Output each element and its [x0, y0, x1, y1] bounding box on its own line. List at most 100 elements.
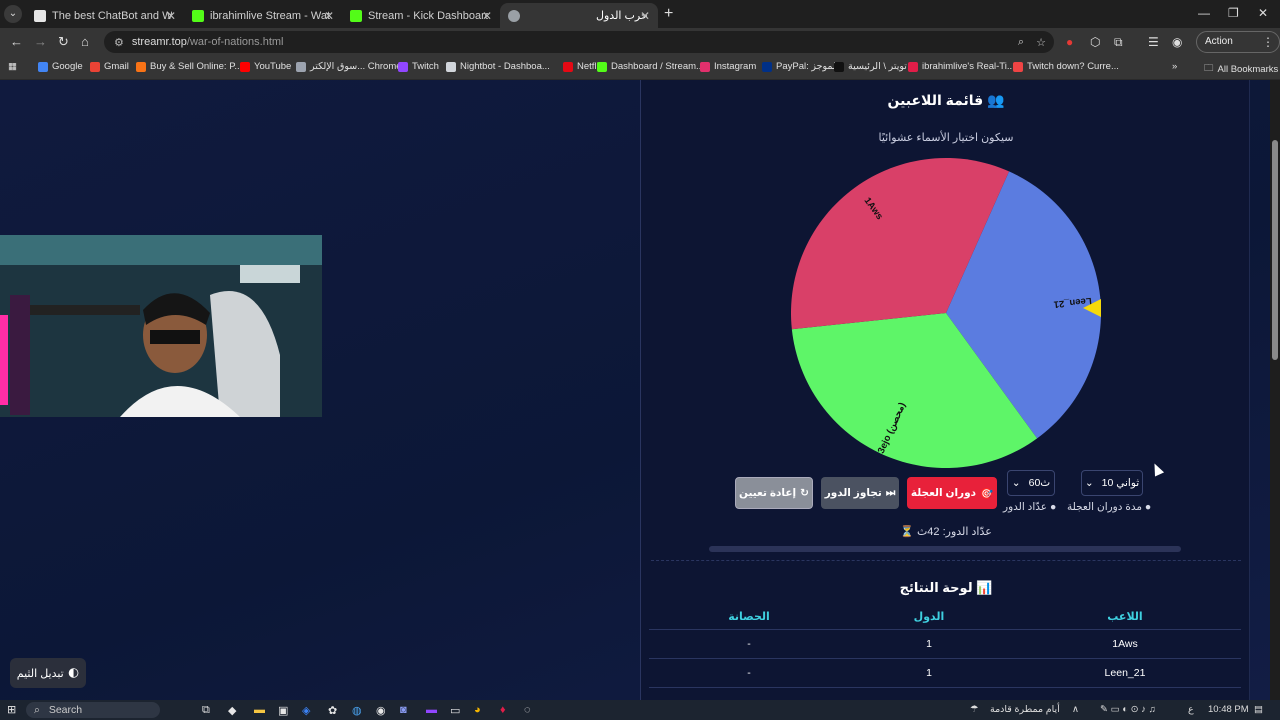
url-path: /war-of-nations.html [186, 36, 284, 48]
bookmark-item[interactable]: Instagram [700, 61, 756, 72]
extension-icon[interactable]: ⬡ [1090, 35, 1100, 49]
bookmark-item[interactable]: Buy & Sell Online: P... [136, 61, 242, 72]
bookmark-favicon-icon [240, 61, 250, 72]
app-icon[interactable]: ◌ [524, 704, 531, 716]
browser-toolbar: ← → ↻ ⌂ ⚙ streamr.top /war-of-nations.ht… [0, 28, 1280, 67]
app-icon[interactable]: ✿ [328, 704, 337, 717]
bookmark-favicon-icon [136, 61, 146, 72]
notifications-icon[interactable]: ▤ [1254, 704, 1263, 715]
close-window-icon[interactable]: ✕ [1258, 6, 1268, 20]
minimize-icon[interactable]: — [1198, 6, 1210, 20]
tab-ibrahimlive[interactable]: ibrahimlive Stream - Watch Live ✕ [184, 3, 342, 28]
turn-timer-value: 60ث [1028, 477, 1051, 489]
profile-avatar-icon[interactable]: ◉ [1172, 35, 1182, 49]
spin-duration-select[interactable]: ⌄ 10 ثواني [1081, 470, 1143, 496]
bookmark-label: Gmail [104, 61, 129, 72]
all-bookmarks-button[interactable]: 🗀 All Bookmarks [1204, 61, 1278, 77]
bookmark-favicon-icon [90, 61, 100, 72]
app-icon[interactable]: ▣ [278, 704, 288, 717]
close-tab-icon[interactable]: ✕ [324, 9, 334, 23]
skip-turn-button[interactable]: تجاوز الدور ⏭ [821, 477, 899, 509]
app-icon[interactable]: ◆ [228, 704, 236, 717]
bookmark-item[interactable]: YouTube [240, 61, 291, 72]
app-icon[interactable]: ▭ [450, 704, 460, 717]
reset-button[interactable]: إعادة تعيين ↻ [735, 477, 813, 509]
app-icon[interactable]: ◙ [400, 704, 407, 716]
scrollbar-thumb[interactable] [1272, 140, 1278, 360]
task-view-icon[interactable]: ⧉ [202, 704, 210, 717]
extensions-puzzle-icon[interactable]: ⧉ [1114, 35, 1123, 50]
bookmark-item[interactable]: ibrahimlive's Real-Ti... [908, 61, 1015, 72]
reload-icon[interactable]: ↻ [58, 34, 69, 50]
edge-icon[interactable]: ◍ [352, 704, 362, 717]
forward-icon[interactable]: → [34, 34, 47, 49]
header-immunity: الحصانة [649, 605, 849, 630]
spin-wheel[interactable]: Leen_213ejo (محصن)1Aws [791, 158, 1101, 468]
home-icon[interactable]: ⌂ [81, 34, 89, 49]
app-icon[interactable]: ◉ [376, 704, 386, 717]
tab-kick-dashboard[interactable]: Stream - Kick Dashboard ✕ [342, 3, 500, 28]
cell-countries: 1 [849, 629, 1009, 659]
taskbar-search[interactable]: ⌕ Search [26, 702, 160, 718]
skip-label: تجاوز الدور [824, 487, 882, 499]
chrome-icon[interactable]: ◕ [474, 704, 481, 716]
reading-list-icon[interactable]: ☰ [1148, 35, 1159, 49]
half-moon-icon: 🌓 [67, 667, 80, 680]
page-scrollbar[interactable] [1270, 80, 1280, 700]
language-indicator[interactable]: ع [1188, 704, 1194, 715]
bookmark-label: Twitch down? Curre... [1027, 61, 1119, 72]
tab-title: Stream - Kick Dashboard [368, 9, 488, 22]
bookmark-item[interactable]: PayPal: الموجز [762, 61, 838, 72]
spin-duration-label: مدة دوران العجلة ● [1067, 501, 1151, 513]
tab-title: The best ChatBot and Widgets [52, 9, 172, 22]
address-bar[interactable]: ⚙ streamr.top /war-of-nations.html ⌕ ☆ [104, 31, 1054, 53]
app-icon[interactable]: ◈ [302, 704, 310, 717]
game-panel: قائمة اللاعبين 👥 سيكون اختيار الأسماء عش… [640, 80, 1250, 700]
new-tab-button[interactable]: + [664, 5, 673, 23]
tray-chevron-icon[interactable]: ∧ [1072, 704, 1079, 715]
bookmark-item[interactable]: Dashboard / Stream... [597, 61, 704, 72]
bookmark-label: Twitch [412, 61, 439, 72]
theme-toggle-button[interactable]: تبديل الثيم 🌓 [10, 658, 86, 688]
site-info-icon[interactable]: ⚙ [114, 36, 124, 49]
extension-red-icon[interactable]: ● [1066, 35, 1073, 49]
bookmark-favicon-icon [563, 61, 573, 72]
clock[interactable]: 10:48 PM [1208, 704, 1249, 715]
turn-timer-select[interactable]: ⌄ 60ث [1007, 470, 1055, 496]
bookmark-item[interactable]: تويتر \ الرئيسية [834, 61, 907, 72]
skip-icon: ⏭ [885, 486, 896, 499]
bookmark-item[interactable]: Google [38, 61, 83, 72]
back-icon[interactable]: ← [10, 34, 23, 49]
tray-icons[interactable]: ✎ ▭ ◐ ⊙ ♪ ♫ [1100, 704, 1156, 715]
zoom-icon[interactable]: ⌕ [1018, 36, 1024, 49]
players-list-heading: قائمة اللاعبين 👥 [641, 92, 1251, 109]
close-tab-icon[interactable]: ✕ [640, 9, 650, 23]
windows-start-icon[interactable]: ⊞ [7, 703, 16, 716]
tab-war-of-nations[interactable]: حرب الدول ✕ [500, 3, 658, 28]
search-icon: ⌕ [34, 704, 40, 716]
tab-search-icon[interactable]: ⌄ [4, 5, 22, 23]
bookmark-item[interactable]: Twitch down? Curre... [1013, 61, 1119, 72]
url-host: streamr.top [131, 36, 187, 48]
close-tab-icon[interactable]: ✕ [166, 9, 176, 23]
turn-timer-label: عدّاد الدور ● [1003, 501, 1056, 513]
close-tab-icon[interactable]: ✕ [482, 9, 492, 23]
bookmarks-overflow-icon[interactable]: » [1172, 61, 1177, 72]
file-explorer-icon[interactable]: ▬ [254, 704, 265, 716]
maximize-icon[interactable]: ❐ [1228, 6, 1239, 20]
app-icon[interactable]: ▬ [426, 704, 437, 716]
bookmark-favicon-icon [762, 61, 772, 72]
cell-immunity: - [649, 629, 849, 659]
bookmark-item[interactable]: Twitch [398, 61, 439, 72]
bookmark-favicon-icon [38, 61, 48, 72]
app-icon[interactable]: ♦ [500, 704, 506, 716]
more-menu-icon[interactable]: ⋮ [1262, 35, 1274, 49]
bookmark-star-icon[interactable]: ☆ [1036, 36, 1046, 49]
bookmark-item[interactable]: Nightbot - Dashboa... [446, 61, 550, 72]
spin-wheel-button[interactable]: دوران العجلة 🎯 [907, 477, 997, 509]
bookmark-item[interactable]: Gmail [90, 61, 129, 72]
bookmark-label: تويتر \ الرئيسية [848, 61, 907, 72]
tab-chatbot[interactable]: The best ChatBot and Widgets ✕ [26, 3, 184, 28]
bookmark-item[interactable]: سوق الإلكتر... Chrome [296, 61, 402, 72]
apps-grid-icon[interactable]: ▦ [8, 61, 17, 72]
